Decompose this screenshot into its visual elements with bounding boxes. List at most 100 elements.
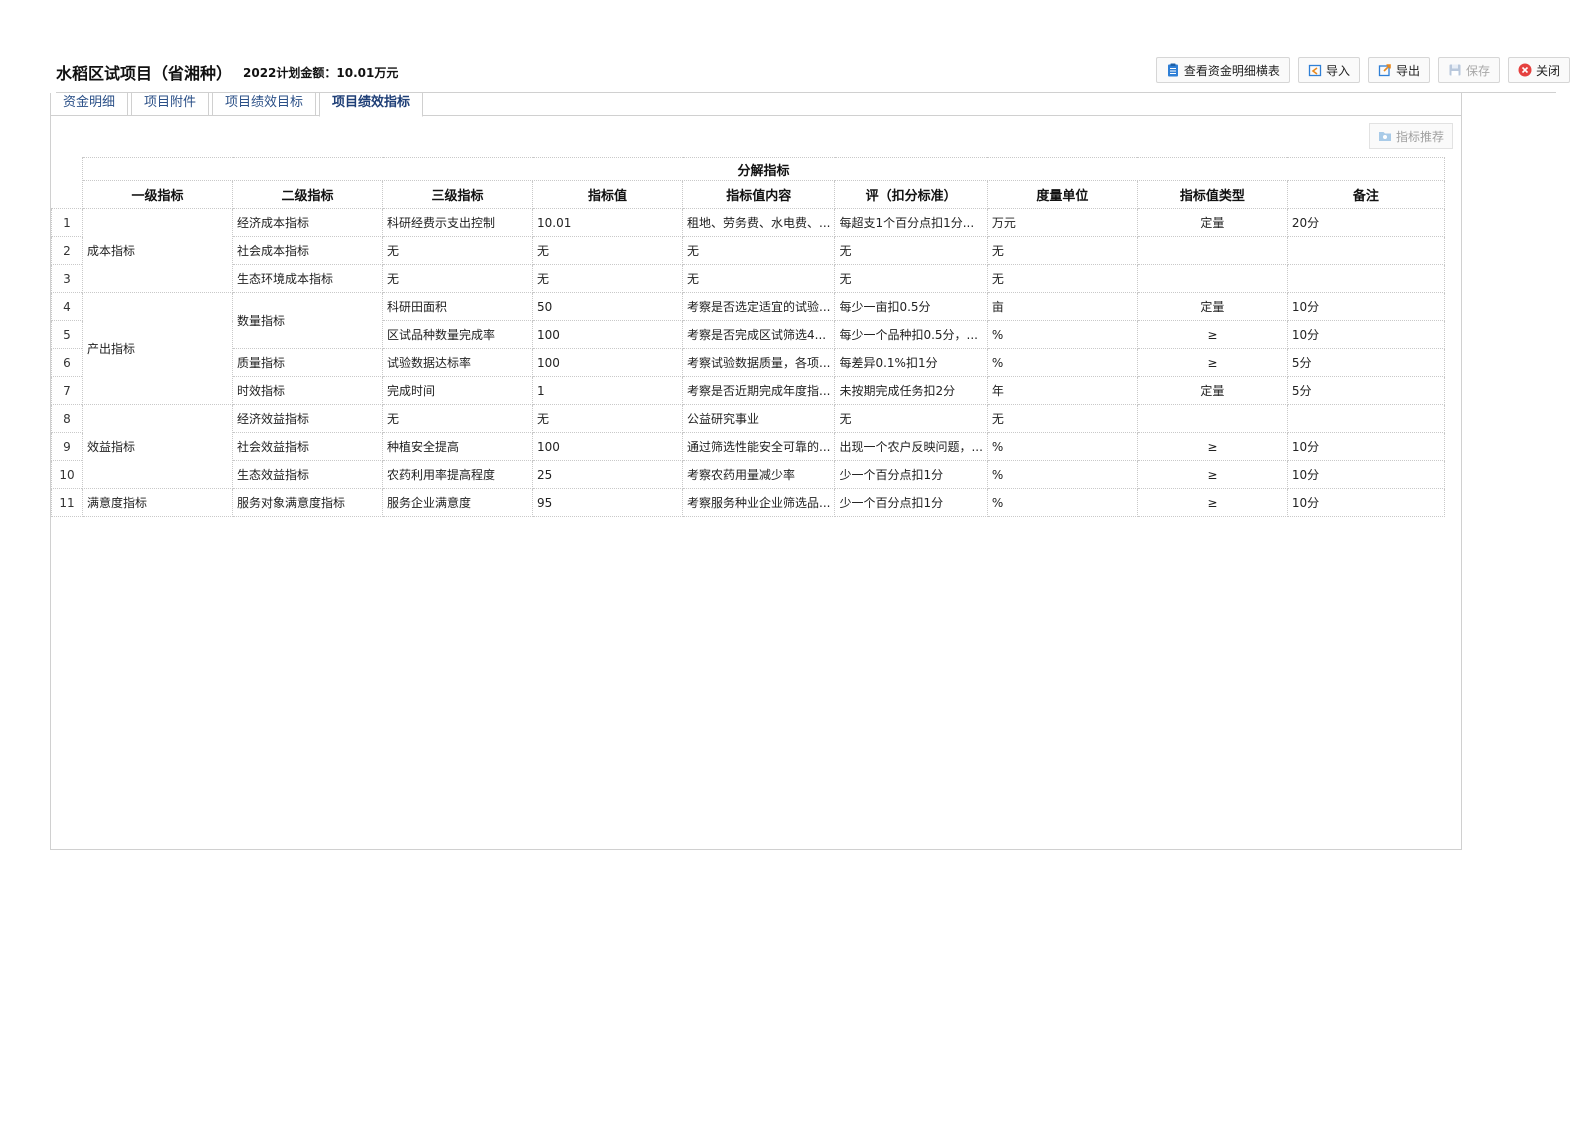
level2-cell[interactable]: 经济效益指标: [232, 404, 383, 433]
level2-cell[interactable]: 质量指标: [232, 348, 383, 377]
type-cell[interactable]: ≥: [1136, 320, 1288, 349]
standard-cell[interactable]: 无: [834, 404, 988, 433]
level3-cell[interactable]: 试验数据达标率: [382, 348, 533, 377]
value-cell[interactable]: 25: [532, 460, 683, 489]
unit-cell[interactable]: 无: [986, 404, 1138, 433]
note-cell[interactable]: [1286, 236, 1445, 265]
type-cell[interactable]: ≥: [1136, 432, 1288, 461]
table-row[interactable]: 11 满意度指标 服务对象满意度指标 服务企业满意度 95 考察服务种业企业筛选…: [51, 488, 1445, 517]
level2-cell[interactable]: 生态效益指标: [232, 460, 383, 489]
level2-cell[interactable]: 生态环境成本指标: [232, 264, 383, 293]
unit-cell[interactable]: %: [986, 460, 1138, 489]
recommend-button[interactable]: 指标推荐: [1368, 123, 1453, 149]
table-row[interactable]: 2 社会成本指标 无 无 无 无 无: [51, 236, 1445, 265]
level3-cell[interactable]: 无: [382, 264, 533, 293]
unit-cell[interactable]: 无: [986, 236, 1138, 265]
content-cell[interactable]: 无: [681, 236, 836, 265]
unit-cell[interactable]: 无: [986, 264, 1138, 293]
level3-cell[interactable]: 无: [382, 236, 533, 265]
table-row[interactable]: 1 成本指标 经济成本指标 科研经费示支出控制 10.01 租地、劳务费、水电费…: [51, 208, 1445, 293]
value-cell[interactable]: 95: [532, 488, 683, 517]
content-cell[interactable]: 考察服务种业企业筛选品...: [681, 488, 836, 517]
export-button[interactable]: 导出: [1367, 57, 1430, 83]
level1-cell[interactable]: 产出指标: [82, 292, 233, 405]
note-cell[interactable]: [1286, 264, 1445, 293]
content-cell[interactable]: 租地、劳务费、水电费、...: [681, 208, 836, 237]
tab-performance-indicators[interactable]: 项目绩效指标: [319, 93, 424, 117]
type-cell[interactable]: [1136, 236, 1288, 265]
level2-cell[interactable]: 服务对象满意度指标: [232, 488, 383, 517]
content-cell[interactable]: 考察试验数据质量，各项...: [681, 348, 836, 377]
content-cell[interactable]: 考察是否选定适宜的试验...: [681, 292, 836, 321]
unit-cell[interactable]: %: [986, 488, 1138, 517]
content-cell[interactable]: 公益研究事业: [681, 404, 836, 433]
note-cell[interactable]: 10分: [1286, 460, 1445, 489]
unit-cell[interactable]: %: [986, 320, 1138, 349]
note-cell[interactable]: 10分: [1286, 292, 1445, 321]
table-row[interactable]: 4 产出指标 数量指标 科研田面积 50 考察是否选定适宜的试验... 每少一亩…: [51, 292, 1445, 405]
content-cell[interactable]: 考察是否近期完成年度指...: [681, 376, 836, 405]
value-cell[interactable]: 无: [532, 404, 683, 433]
unit-cell[interactable]: %: [986, 432, 1138, 461]
save-button[interactable]: 保存: [1437, 57, 1500, 83]
unit-cell[interactable]: 亩: [986, 292, 1138, 321]
level3-cell[interactable]: 农药利用率提高程度: [382, 460, 533, 489]
value-cell[interactable]: 100: [532, 432, 683, 461]
value-cell[interactable]: 无: [532, 264, 683, 293]
type-cell[interactable]: 定量: [1136, 208, 1288, 237]
standard-cell[interactable]: 未按期完成任务扣2分: [834, 376, 988, 405]
level3-cell[interactable]: 科研经费示支出控制: [382, 208, 533, 237]
level2-cell[interactable]: 社会效益指标: [232, 432, 383, 461]
type-cell[interactable]: [1136, 264, 1288, 293]
note-cell[interactable]: 10分: [1286, 488, 1445, 517]
level1-cell[interactable]: 成本指标: [82, 208, 233, 293]
level3-cell[interactable]: 区试品种数量完成率: [382, 320, 533, 349]
table-row[interactable]: 6 质量指标 试验数据达标率 100 考察试验数据质量，各项... 每差异0.1…: [51, 348, 1445, 377]
type-cell[interactable]: ≥: [1136, 348, 1288, 377]
type-cell[interactable]: ≥: [1136, 460, 1288, 489]
unit-cell[interactable]: %: [986, 348, 1138, 377]
level2-cell[interactable]: 经济成本指标: [232, 208, 383, 237]
content-cell[interactable]: 考察农药用量减少率: [681, 460, 836, 489]
table-row[interactable]: 10 生态效益指标 农药利用率提高程度 25 考察农药用量减少率 少一个百分点扣…: [51, 460, 1445, 489]
tab-performance-goals[interactable]: 项目绩效目标: [212, 93, 317, 115]
standard-cell[interactable]: 每少一亩扣0.5分: [834, 292, 988, 321]
level3-cell[interactable]: 无: [382, 404, 533, 433]
level3-cell[interactable]: 科研田面积: [382, 292, 533, 321]
standard-cell[interactable]: 无: [834, 264, 988, 293]
type-cell[interactable]: ≥: [1136, 488, 1288, 517]
content-cell[interactable]: 通过筛选性能安全可靠的...: [681, 432, 836, 461]
level2-cell[interactable]: 时效指标: [232, 376, 383, 405]
content-cell[interactable]: 考察是否完成区试筛选4...: [681, 320, 836, 349]
standard-cell[interactable]: 少一个百分点扣1分: [834, 460, 988, 489]
level2-cell[interactable]: 社会成本指标: [232, 236, 383, 265]
value-cell[interactable]: 100: [532, 348, 683, 377]
type-cell[interactable]: 定量: [1136, 376, 1288, 405]
table-row[interactable]: 9 社会效益指标 种植安全提高 100 通过筛选性能安全可靠的... 出现一个农…: [51, 432, 1445, 461]
close-button[interactable]: 关闭: [1507, 57, 1570, 83]
standard-cell[interactable]: 每少一个品种扣0.5分，...: [834, 320, 988, 349]
tab-fund-detail[interactable]: 资金明细: [51, 93, 129, 115]
value-cell[interactable]: 100: [532, 320, 683, 349]
level1-cell[interactable]: 满意度指标: [82, 488, 233, 517]
content-cell[interactable]: 无: [681, 264, 836, 293]
value-cell[interactable]: 50: [532, 292, 683, 321]
standard-cell[interactable]: 出现一个农户反映问题，...: [834, 432, 988, 461]
level3-cell[interactable]: 完成时间: [382, 376, 533, 405]
note-cell[interactable]: [1286, 404, 1445, 433]
note-cell[interactable]: 10分: [1286, 432, 1445, 461]
unit-cell[interactable]: 年: [986, 376, 1138, 405]
table-row[interactable]: 7 时效指标 完成时间 1 考察是否近期完成年度指... 未按期完成任务扣2分 …: [51, 376, 1445, 405]
standard-cell[interactable]: 无: [834, 236, 988, 265]
table-row[interactable]: 3 生态环境成本指标 无 无 无 无 无: [51, 264, 1445, 293]
value-cell[interactable]: 10.01: [532, 208, 683, 237]
standard-cell[interactable]: 每差异0.1%扣1分: [834, 348, 988, 377]
unit-cell[interactable]: 万元: [986, 208, 1138, 237]
level3-cell[interactable]: 种植安全提高: [382, 432, 533, 461]
standard-cell[interactable]: 每超支1个百分点扣1分...: [834, 208, 988, 237]
value-cell[interactable]: 1: [532, 376, 683, 405]
note-cell[interactable]: 5分: [1286, 348, 1445, 377]
note-cell[interactable]: 10分: [1286, 320, 1445, 349]
value-cell[interactable]: 无: [532, 236, 683, 265]
view-detail-button[interactable]: 查看资金明细横表: [1155, 57, 1290, 83]
